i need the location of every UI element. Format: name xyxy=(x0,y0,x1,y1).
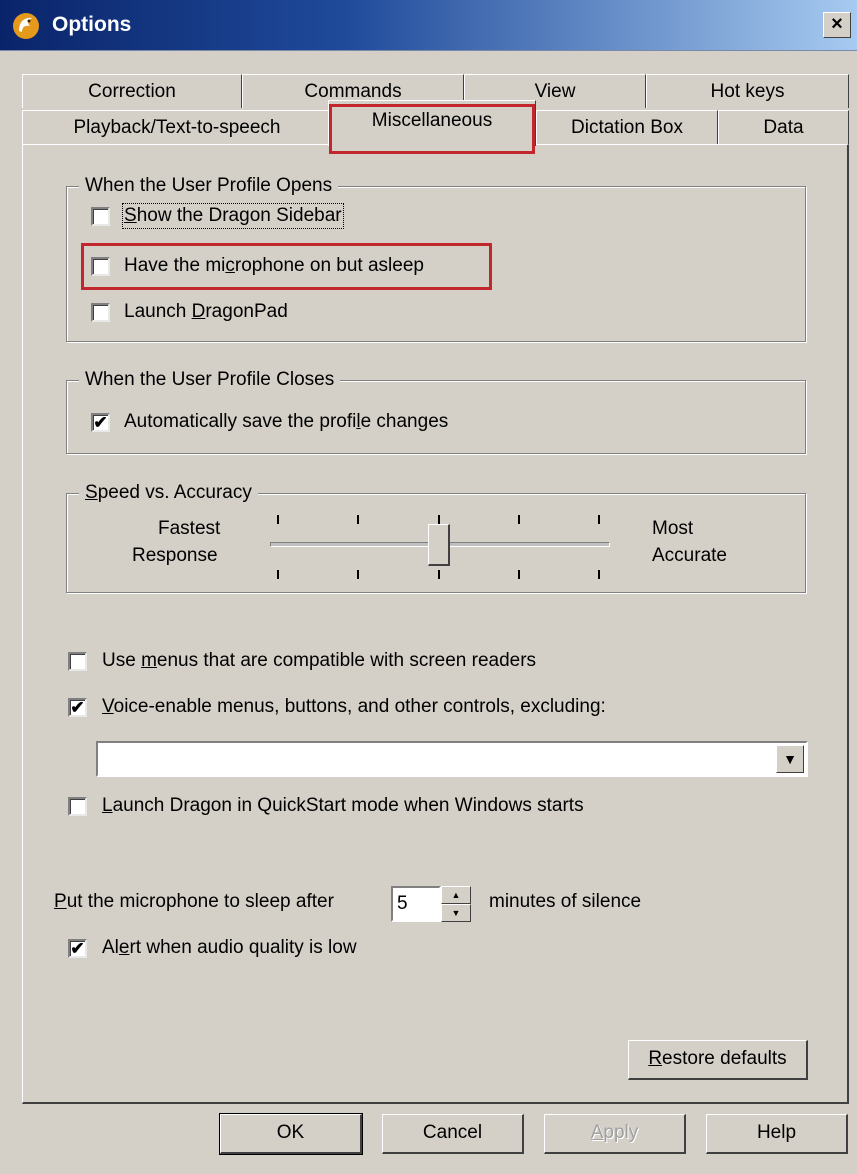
tab-label: Miscellaneous xyxy=(371,110,493,131)
tab-correction[interactable]: Correction xyxy=(22,74,242,108)
tab-label: Playback/Text-to-speech xyxy=(73,117,281,138)
tab-panel-miscellaneous xyxy=(22,144,849,1104)
window-title: Options xyxy=(52,13,132,36)
tab-dictation-box[interactable]: Dictation Box xyxy=(536,110,718,144)
help-button[interactable]: Help xyxy=(706,1114,848,1154)
tab-label: View xyxy=(534,81,576,102)
tab-label: Correction xyxy=(88,81,176,102)
tab-playback-text-to-speech[interactable]: Playback/Text-to-speech xyxy=(22,110,332,144)
apply-button[interactable]: Apply xyxy=(544,1114,686,1154)
tab-hot-keys[interactable]: Hot keys xyxy=(646,74,849,108)
ok-button[interactable]: OK xyxy=(219,1113,363,1155)
tab-miscellaneous[interactable]: Miscellaneous xyxy=(328,100,536,146)
tab-label: Data xyxy=(763,117,804,138)
tab-data[interactable]: Data xyxy=(718,110,849,144)
dragon-app-icon xyxy=(13,13,39,39)
close-button[interactable]: × xyxy=(823,12,851,38)
tab-label: Commands xyxy=(304,81,402,102)
title-bar: Options × xyxy=(0,0,857,51)
tab-label: Hot keys xyxy=(710,81,785,102)
tab-label: Dictation Box xyxy=(571,117,683,138)
close-icon: × xyxy=(831,13,843,35)
cancel-button[interactable]: Cancel xyxy=(382,1114,524,1154)
